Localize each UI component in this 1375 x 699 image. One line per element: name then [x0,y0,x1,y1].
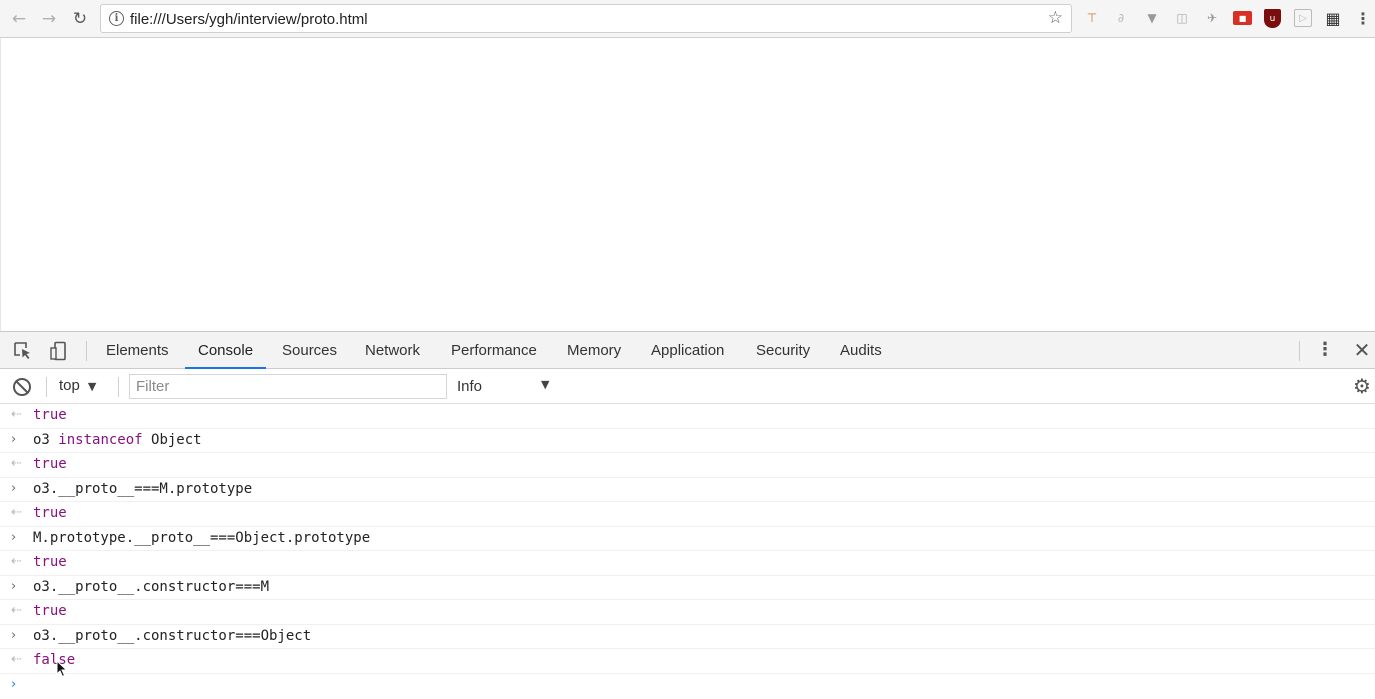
console-value: true [33,505,67,521]
filter-input[interactable] [129,374,447,399]
console-result-row: ⇠ true [0,502,1375,527]
console-result-row: ⇠ true [0,600,1375,625]
console-input: o3.__proto__===M.prototype [33,480,253,497]
tab-console[interactable]: Console [185,332,267,369]
console-value: true [33,456,67,472]
result-arrow-icon: ⇠ [11,603,22,618]
input-chevron-icon: › [11,627,17,643]
console-input-row: › o3.__proto__.constructor===M [0,576,1375,600]
result-arrow-icon: ⇠ [11,652,22,667]
chevron-down-icon: ▼ [541,378,550,391]
console-input: o3.__proto__.constructor===Object [33,627,312,644]
result-arrow-icon: ⇠ [11,407,22,422]
back-button[interactable]: ← [8,8,30,30]
console-input-row: › o3.__proto__.constructor===Object [0,625,1375,649]
address-bar[interactable]: i file:///Users/ygh/interview/proto.html… [100,4,1072,33]
input-chevron-icon: › [11,431,17,447]
tab-application[interactable]: Application [638,332,737,369]
console-result-row: ⇠ true [0,453,1375,478]
clear-console-icon[interactable] [13,378,31,396]
device-toolbar-icon[interactable] [49,341,69,361]
tab-memory[interactable]: Memory [554,332,634,369]
result-arrow-icon: ⇠ [11,456,22,471]
input-chevron-icon: › [11,480,17,496]
input-chevron-icon: › [11,578,17,594]
prompt-chevron-icon: › [11,676,17,692]
extension-2-icon[interactable]: ∂ [1112,9,1130,27]
extension-1-icon[interactable]: ⊤ [1083,9,1101,27]
devtools-menu-icon[interactable]: ⋮ [1316,340,1334,362]
console-settings-gear-icon[interactable]: ⚙ [1351,374,1373,398]
bookmark-star-icon[interactable]: ☆ [1048,8,1063,28]
tab-elements[interactable]: Elements [93,332,182,369]
console-value: true [33,407,67,423]
keyword-instanceof: instanceof [58,431,143,448]
tab-security[interactable]: Security [743,332,823,369]
devtools-tabbar: Elements Console Sources Network Perform… [0,332,1375,369]
console-input-row: › o3 instanceof Object [0,429,1375,453]
ublock-icon[interactable]: u [1264,9,1281,28]
input-chevron-icon: › [11,529,17,545]
extension-6-icon[interactable]: ■ [1233,11,1252,25]
console-filterbar: top ▼ Info ▼ ⚙ [0,369,1375,404]
reload-button[interactable]: ↻ [69,8,91,30]
log-level-select[interactable]: Info ▼ [457,378,557,395]
tab-separator [1299,341,1300,361]
console-prompt-row[interactable]: › [0,674,1375,699]
extension-5-icon[interactable]: ✈ [1203,9,1221,27]
browser-toolbar: ← → ↻ i file:///Users/ygh/interview/prot… [0,0,1375,38]
console-value: false [33,652,76,668]
console-output[interactable]: ⇠ true › o3 instanceof Object ⇠ true › o… [0,404,1375,699]
tab-separator [86,341,87,361]
extension-8-icon[interactable]: ▷ [1294,9,1312,27]
console-result-row: ⇠ true [0,551,1375,576]
result-arrow-icon: ⇠ [11,505,22,520]
tab-network[interactable]: Network [352,332,433,369]
filterbar-separator [118,377,119,397]
context-select-value: top [59,377,80,394]
page-content-area [0,38,1375,331]
tab-sources[interactable]: Sources [269,332,350,369]
chevron-down-icon: ▼ [87,380,97,393]
console-result-row: ⇠ true [0,404,1375,429]
filterbar-separator [46,377,47,397]
close-devtools-icon[interactable]: ✕ [1352,340,1372,362]
console-result-row: ⇠ false [0,649,1375,674]
extension-3-icon[interactable]: ▼ [1143,9,1161,27]
console-value: true [33,554,67,570]
console-value: true [33,603,67,619]
url-text[interactable]: file:///Users/ygh/interview/proto.html [130,11,368,28]
tab-audits[interactable]: Audits [827,332,895,369]
console-input-row: › o3.__proto__===M.prototype [0,478,1375,502]
forward-button[interactable]: → [38,8,60,30]
console-input: M.prototype.__proto__===Object.prototype [33,529,371,546]
tab-performance[interactable]: Performance [438,332,550,369]
console-input-row: › M.prototype.__proto__===Object.prototy… [0,527,1375,551]
extension-4-icon[interactable]: ◫ [1173,9,1191,27]
result-arrow-icon: ⇠ [11,554,22,569]
console-input: o3 instanceof Object [33,431,202,448]
mouse-cursor-icon [56,660,68,678]
inspect-element-icon[interactable] [13,341,33,361]
info-icon[interactable]: i [109,11,124,26]
console-input: o3.__proto__.constructor===M [33,578,270,595]
log-level-value: Info [457,378,483,395]
chrome-menu-icon[interactable]: ⋮ [1354,9,1372,28]
qr-code-icon[interactable]: ▦ [1324,9,1342,28]
devtools-panel: Elements Console Sources Network Perform… [0,331,1375,698]
context-select[interactable]: top ▼ [59,377,96,394]
